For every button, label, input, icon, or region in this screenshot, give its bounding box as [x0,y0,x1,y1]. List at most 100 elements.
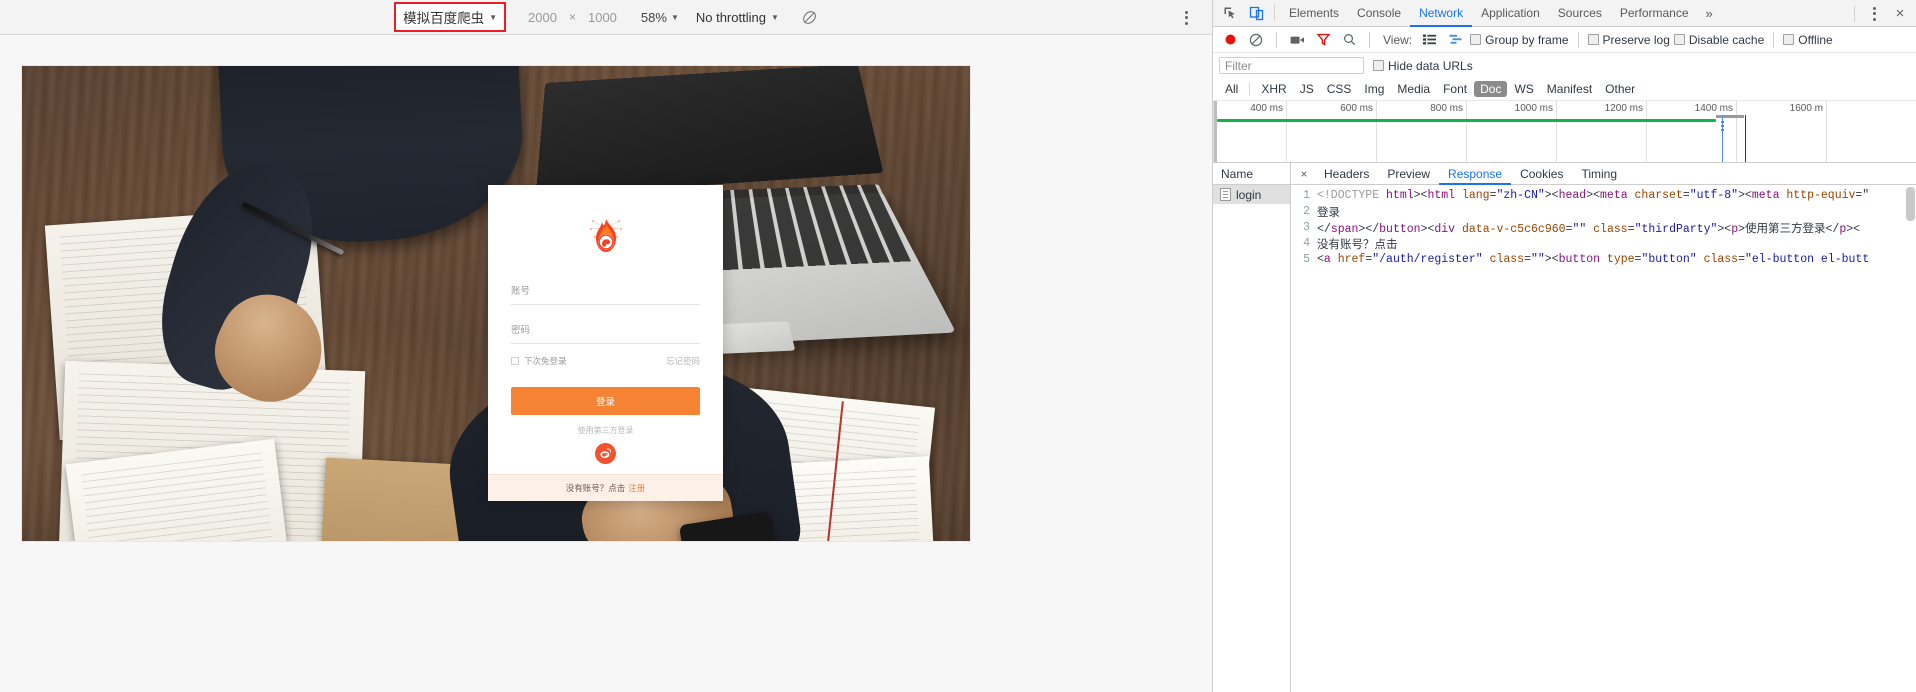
detail-tab-headers[interactable]: Headers [1315,163,1378,185]
login-submit-button[interactable]: 登录 [511,387,700,415]
viewport-height-input[interactable]: 1000 [588,10,617,25]
devtools-panel: Elements Console Network Application Sou… [1213,0,1916,692]
offline-checkbox[interactable]: Offline [1783,33,1833,47]
type-filter-all[interactable]: All [1219,81,1244,97]
account-input[interactable] [511,286,700,297]
checkbox-box-icon [1587,34,1599,45]
type-filter-other[interactable]: Other [1599,81,1641,97]
tab-console[interactable]: Console [1348,0,1410,27]
resource-type-filters: All XHR JS CSS Img Media Font Doc WS Man… [1213,78,1916,101]
checkbox-box-icon [1373,60,1384,71]
line-number: 2 [1303,205,1310,218]
detail-tab-preview[interactable]: Preview [1378,163,1439,185]
filter-funnel-icon[interactable] [1312,29,1334,51]
account-field[interactable] [511,277,700,305]
tab-elements[interactable]: Elements [1280,0,1348,27]
device-emulation-pane: 模拟百度爬虫 ▼ 2000 × 1000 58% ▼ No throttling… [0,0,1213,692]
type-filter-font[interactable]: Font [1437,81,1473,97]
preserve-log-label: Preserve log [1602,32,1670,47]
divider [1274,5,1275,21]
weibo-icon[interactable] [595,443,616,464]
tab-network[interactable]: Network [1410,0,1473,27]
divider [1854,5,1855,22]
type-filter-media[interactable]: Media [1391,81,1436,97]
timeline-ruler: 200 ms 400 ms 600 ms 800 ms 1000 ms 1200… [1213,101,1916,162]
search-icon[interactable] [1338,29,1360,51]
flame-fist-logo [585,215,627,257]
type-filter-css[interactable]: CSS [1321,81,1358,97]
group-by-frame-checkbox[interactable]: Group by frame [1470,33,1569,47]
response-code-line: 3 </span></button><div data-v-c5c6c960=""… [1291,220,1916,236]
disable-cache-checkbox[interactable]: Disable cache [1673,32,1765,47]
devtools-settings-button[interactable] [1862,2,1886,26]
type-filter-img[interactable]: Img [1358,81,1390,97]
list-view-icon[interactable] [1418,29,1440,51]
line-source: <!DOCTYPE html><html lang="zh-CN"><head>… [1317,189,1870,202]
remember-me-label: 下次免登录 [524,356,567,366]
response-code-line: 1 <!DOCTYPE html><html lang="zh-CN"><head… [1291,188,1916,204]
type-filter-doc[interactable]: Doc [1474,81,1508,97]
chevron-down-icon: ▼ [770,12,779,22]
hide-data-urls-checkbox[interactable]: Hide data URLs [1373,59,1473,73]
clear-icon[interactable] [1245,29,1267,51]
viewport-width-input[interactable]: 2000 [528,10,557,25]
chevron-down-icon: ▼ [670,12,679,22]
password-input[interactable] [511,325,700,336]
network-filter-bar: Hide data URLs [1213,53,1916,78]
network-timeline-overview[interactable]: 200 ms 400 ms 600 ms 800 ms 1000 ms 1200… [1213,101,1916,163]
tab-performance[interactable]: Performance [1611,0,1698,27]
throttling-selector[interactable]: No throttling ▼ [696,10,779,25]
waterfall-view-icon[interactable] [1444,29,1466,51]
close-detail-button[interactable]: × [1293,167,1315,181]
remember-me-checkbox[interactable]: 下次免登录 [511,355,567,367]
request-duration-bar [1217,119,1716,122]
response-source-lines: 1 <!DOCTYPE html><html lang="zh-CN"><head… [1291,188,1916,268]
record-stop-icon[interactable] [1219,29,1241,51]
camera-icon[interactable] [1286,29,1308,51]
password-field[interactable] [511,316,700,344]
app-root: 模拟百度爬虫 ▼ 2000 × 1000 58% ▼ No throttling… [0,0,1916,692]
preserve-log-checkbox[interactable]: Preserve log [1587,32,1670,47]
vertical-scrollbar[interactable] [1906,187,1915,221]
response-source-viewer[interactable]: 1 <!DOCTYPE html><html lang="zh-CN"><head… [1291,185,1916,692]
device-selector[interactable]: 模拟百度爬虫 ▼ [394,2,507,32]
photo-laptop-screen [535,66,884,197]
filter-input[interactable] [1219,57,1364,74]
devtools-tabbar: Elements Console Network Application Sou… [1213,0,1916,27]
inspect-element-icon[interactable] [1217,0,1243,26]
toggle-device-toolbar-icon[interactable] [1243,0,1269,26]
zoom-selector[interactable]: 58% ▼ [641,10,679,25]
request-list: Name login [1213,163,1291,692]
type-filter-manifest[interactable]: Manifest [1541,81,1598,97]
type-filter-js[interactable]: JS [1294,81,1320,97]
page-viewport[interactable]: 下次免登录 忘记密码 登录 使用第三方登录 [22,66,970,541]
response-code-line: 4 没有账号？点击 [1291,236,1916,252]
type-filter-ws[interactable]: WS [1508,81,1539,97]
dimension-separator: × [568,10,576,24]
close-devtools-button[interactable]: × [1888,2,1912,26]
device-toolbar-menu-button[interactable] [1176,0,1196,35]
tab-application[interactable]: Application [1472,0,1549,27]
detail-tab-timing[interactable]: Timing [1572,163,1626,185]
detail-tab-cookies[interactable]: Cookies [1511,163,1572,185]
login-card-body: 下次免登录 忘记密码 登录 使用第三方登录 [488,185,723,474]
request-row-login[interactable]: login [1213,185,1290,204]
device-toolbar: 模拟百度爬虫 ▼ 2000 × 1000 58% ▼ No throttling… [0,0,1212,35]
timeline-tick: 400 ms [1250,103,1283,114]
checkbox-box-icon [1470,34,1482,45]
chevron-down-icon: ▼ [489,12,498,22]
checkbox-box-icon [1673,34,1685,45]
type-filter-xhr[interactable]: XHR [1255,81,1292,97]
device-selector-label: 模拟百度爬虫 [403,11,485,26]
register-link[interactable]: 注册 [628,483,645,493]
tab-sources[interactable]: Sources [1549,0,1611,27]
timeline-tick: 600 ms [1340,103,1373,114]
disable-cache-label: Disable cache [1688,32,1765,47]
divider [1276,31,1277,48]
more-tabs-button[interactable]: » [1698,6,1721,21]
rotate-icon[interactable] [801,9,818,26]
throttling-value: No throttling [695,9,766,25]
divider [1577,31,1579,48]
detail-tab-response[interactable]: Response [1439,163,1512,185]
forgot-password-link[interactable]: 忘记密码 [666,355,700,367]
